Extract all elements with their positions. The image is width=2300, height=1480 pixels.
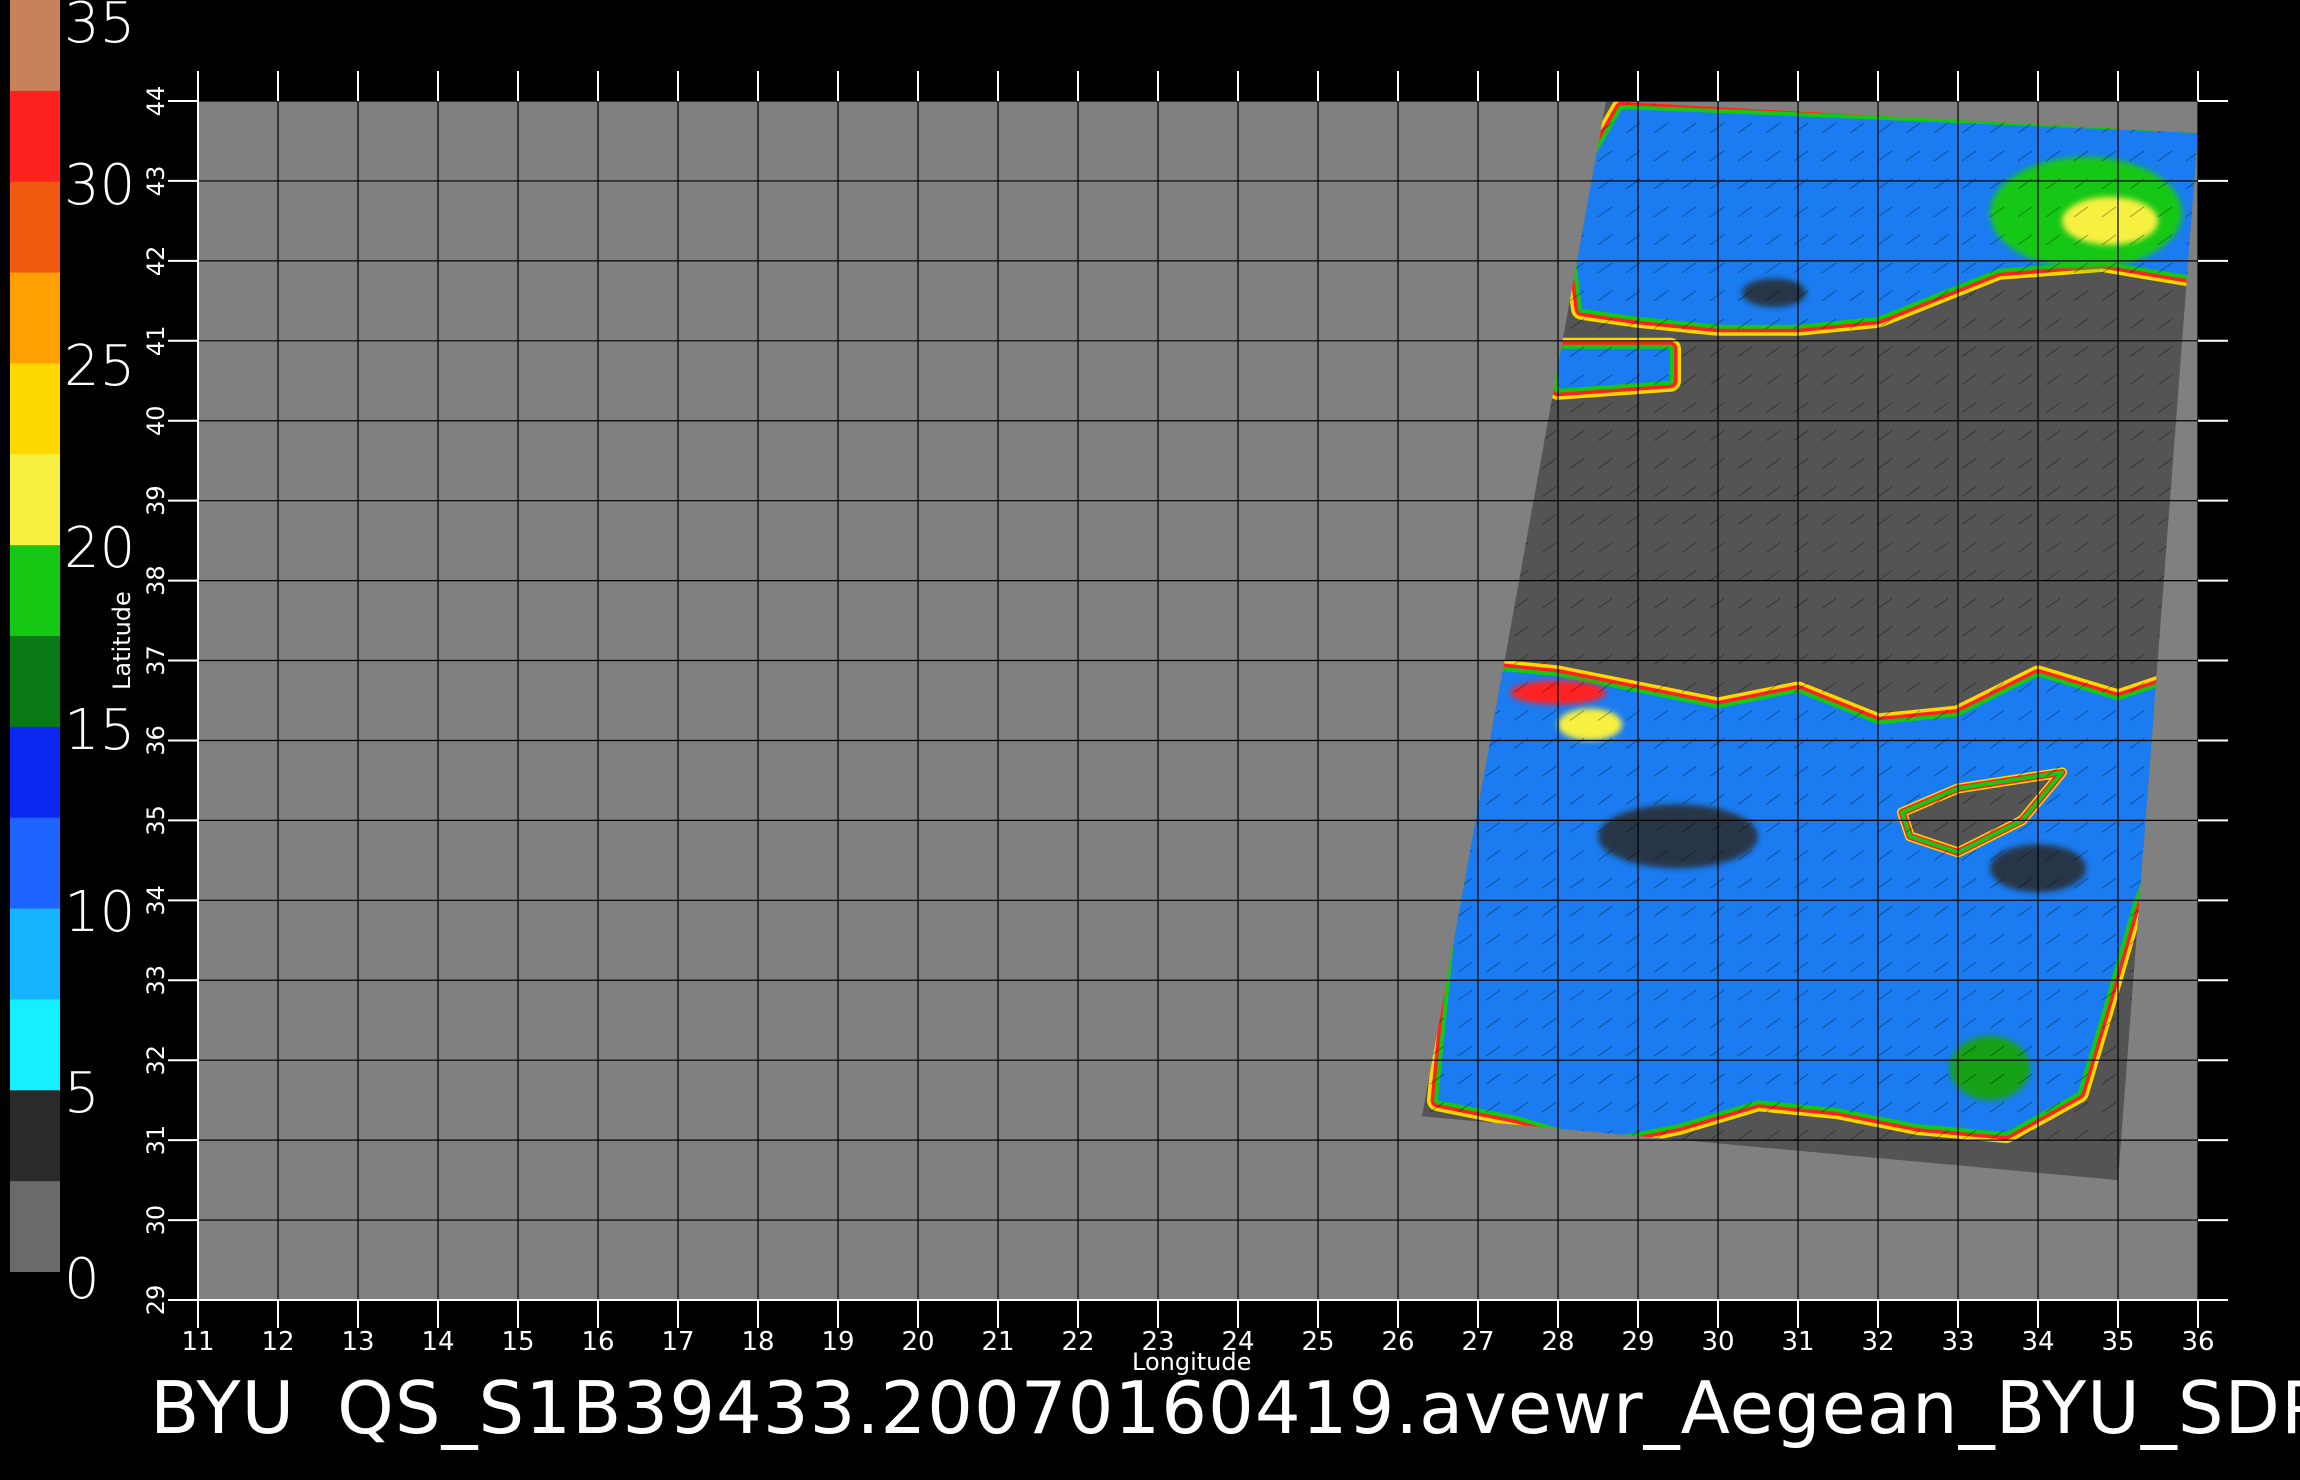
high-wind-patch [2062,196,2158,245]
x-tick-label: 20 [901,1327,934,1357]
y-tick-label: 37 [142,645,170,676]
x-tick-label: 16 [581,1327,614,1357]
x-tick-label: 17 [661,1327,694,1357]
y-tick-label: 39 [142,485,170,516]
x-tick-label: 33 [1941,1327,1974,1357]
x-tick-label: 13 [341,1327,374,1357]
y-tick-label: 41 [142,326,170,357]
x-tick-label: 31 [1781,1327,1814,1357]
y-tick-label: 29 [142,1285,170,1316]
y-tick-label: 42 [142,246,170,277]
x-tick-label: 29 [1621,1327,1654,1357]
x-tick-label: 25 [1301,1327,1334,1357]
x-tick-label: 28 [1541,1327,1574,1357]
map-plot: 11 12 13 14 15 16 17 18 19 20 21 22 23 24 25 26 27 28 29 30… [142,71,2228,1357]
x-tick-label: 15 [501,1327,534,1357]
caption-product: QS_S1B39433.20070160419.avewr_Aegean_BYU… [337,1366,2300,1450]
high-wind-patch [1558,708,1622,741]
y-tick-label: 38 [142,565,170,596]
caption-prefix: BYU [150,1366,296,1450]
y-tick-label: 43 [142,166,170,197]
y-tick-label: 44 [142,86,170,117]
x-tick-label: 32 [1861,1327,1894,1357]
x-tick-label: 30 [1701,1327,1734,1357]
x-tick-label: 27 [1461,1327,1494,1357]
y-tick-label: 36 [142,725,170,756]
high-wind-patch [1950,1036,2030,1101]
x-tick-label: 18 [741,1327,774,1357]
x-tick-label: 21 [981,1327,1014,1357]
sea-region [1438,668,2190,1141]
y-tick-label: 30 [142,1205,170,1236]
x-tick-label: 19 [821,1327,854,1357]
y-tick-label: 40 [142,405,170,436]
y-tick-label: 31 [142,1125,170,1156]
y-tick-label: 32 [142,1045,170,1076]
x-tick-label: 35 [2101,1327,2134,1357]
y-axis-label: Latitude [108,591,136,690]
image-caption: BYU QS_S1B39433.20070160419.avewr_Aegean_… [150,1368,2300,1448]
x-tick-label: 26 [1381,1327,1414,1357]
x-tick-label: 36 [2181,1327,2214,1357]
low-wind-patch [1598,804,1758,869]
x-tick-label: 34 [2021,1327,2054,1357]
y-tick-label: 33 [142,965,170,996]
x-tick-label: 14 [421,1327,454,1357]
x-tick-label: 22 [1061,1327,1094,1357]
x-tick-label: 11 [181,1327,214,1357]
x-tick-label: 12 [261,1327,294,1357]
low-wind-patch [1742,278,1806,308]
y-tick-label: 35 [142,805,170,836]
y-tick-label: 34 [142,885,170,916]
